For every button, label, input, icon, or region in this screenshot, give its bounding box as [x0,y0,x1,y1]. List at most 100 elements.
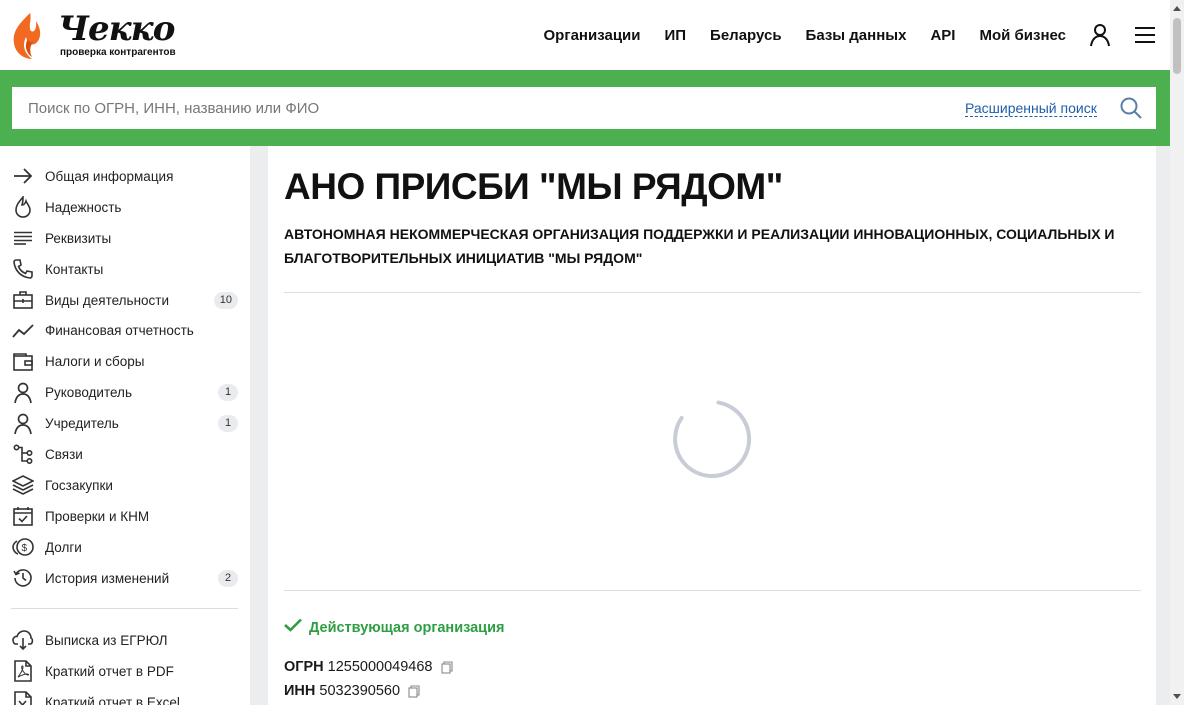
nav-belarus[interactable]: Беларусь [710,27,782,44]
sidebar-item-general[interactable]: Общая информация [0,161,250,192]
count-badge: 10 [213,291,238,309]
sidebar-item-pdf-report[interactable]: Краткий отчет в PDF [0,656,250,687]
sidebar-item-reliability[interactable]: Надежность [0,192,250,223]
person-icon [12,413,34,435]
flame-logo-icon [13,13,41,59]
search-band: Расширенный поиск [0,70,1170,146]
status-text: Действующая организация [309,619,505,636]
copy-icon[interactable] [440,660,453,674]
lines-icon [12,227,34,249]
sidebar-item-procurement[interactable]: Госзакупки [0,470,250,501]
sidebar-item-label: Учредитель [45,416,119,432]
sidebar-item-taxes[interactable]: Налоги и сборы [0,346,250,377]
nav-databases[interactable]: Базы данных [806,27,907,44]
loading-spinner-icon [673,400,752,479]
advanced-search-link[interactable]: Расширенный поиск [965,100,1097,117]
brand-name: Чекко [58,9,175,49]
sidebar-item-history[interactable]: История изменений 2 [0,563,250,594]
sidebar-divider [11,608,238,609]
search-icon[interactable] [1120,97,1142,124]
sidebar-item-label: Выписка из ЕГРЮЛ [45,632,168,648]
inn-label: ИНН [284,683,316,699]
sidebar-item-label: Проверки и КНМ [45,508,150,524]
logo[interactable]: Чекко проверка контрагентов [10,9,190,63]
page-title: АНО ПРИСБИ "МЫ РЯДОМ" [284,166,783,207]
sidebar-item-label: Налоги и сборы [45,354,145,370]
sidebar-item-financials[interactable]: Финансовая отчетность [0,315,250,346]
sidebar-item-label: Реквизиты [45,230,112,246]
ogrn-value: 1255000049468 [327,659,433,675]
sidebar-item-links[interactable]: Связи [0,439,250,470]
main-content: АНО ПРИСБИ "МЫ РЯДОМ" АВТОНОМНАЯ НЕКОММЕ… [268,146,1156,705]
flame-icon [12,196,34,219]
check-icon [284,618,302,637]
excel-icon [12,691,34,705]
download-cloud-icon [12,629,34,651]
scroll-down-icon[interactable] [1173,694,1181,699]
sidebar-item-label: Надежность [45,199,122,215]
count-badge: 2 [218,569,238,587]
sidebar-item-label: Госзакупки [45,477,113,493]
history-icon [12,567,34,589]
count-badge: 1 [218,415,238,433]
status-badge: Действующая организация [284,618,504,637]
nav-my-business[interactable]: Мой бизнес [979,27,1066,44]
layers-icon [12,474,34,496]
calendar-check-icon [12,505,34,527]
sidebar-item-debts[interactable]: $ Долги [0,532,250,563]
divider [284,590,1141,591]
nav-ip[interactable]: ИП [664,27,686,44]
sidebar-item-activities[interactable]: Виды деятельности 10 [0,285,250,316]
search-box: Расширенный поиск [12,87,1156,129]
briefcase-icon [12,289,34,311]
org-full-name: АВТОНОМНАЯ НЕКОММЕРЧЕСКАЯ ОРГАНИЗАЦИЯ ПО… [284,226,1115,266]
sidebar-item-excel-report[interactable]: Краткий отчет в Excel [0,687,250,705]
sidebar-item-requisites[interactable]: Реквизиты [0,223,250,254]
person-icon [12,382,34,404]
sidebar-item-label: Долги [45,539,82,555]
divider [284,292,1141,293]
sidebar-documents: Выписка из ЕГРЮЛ Краткий отчет в PDF Кра… [0,625,250,705]
sidebar-item-label: Финансовая отчетность [45,323,194,339]
scrollbar[interactable] [1170,0,1184,705]
brand-tagline: проверка контрагентов [60,47,176,58]
user-icon[interactable] [1090,23,1110,47]
sidebar: Общая информация Надежность Реквизиты Ко… [0,146,250,705]
copy-icon[interactable] [408,684,420,698]
sidebar-item-inspections[interactable]: Проверки и КНМ [0,501,250,532]
pdf-icon [12,660,34,683]
sidebar-item-label: Руководитель [45,385,132,401]
trend-icon [12,320,34,342]
wallet-icon [12,351,34,373]
sidebar-item-label: Связи [45,446,83,462]
sidebar-item-label: Виды деятельности [45,292,170,308]
sidebar-item-director[interactable]: Руководитель 1 [0,377,250,408]
nav-organizations[interactable]: Организации [544,27,641,44]
sidebar-menu: Общая информация Надежность Реквизиты Ко… [0,161,250,593]
sidebar-item-contacts[interactable]: Контакты [0,254,250,285]
phone-icon [12,258,34,280]
sidebar-item-label: История изменений [45,570,170,586]
site-header: Чекко проверка контрагентов Организации … [0,0,1170,70]
sidebar-item-label: Краткий отчет в Excel [45,694,180,705]
links-icon [12,443,34,465]
scroll-up-icon[interactable] [1173,6,1181,11]
top-nav: Организации ИП Беларусь Базы данных API … [520,0,1156,70]
sidebar-item-egrul-extract[interactable]: Выписка из ЕГРЮЛ [0,625,250,656]
sidebar-item-founder[interactable]: Учредитель 1 [0,408,250,439]
sidebar-item-label: Контакты [45,261,104,277]
arrow-right-icon [12,165,34,187]
sidebar-item-label: Краткий отчет в PDF [45,663,174,679]
search-input[interactable] [12,87,932,129]
count-badge: 1 [218,384,238,402]
inn-value: 5032390560 [319,683,401,699]
svg-text:$: $ [22,543,28,554]
sidebar-item-label: Общая информация [45,168,174,184]
scrollbar-thumb[interactable] [1173,18,1181,74]
ogrn-row: ОГРН 1255000049468 [284,659,453,675]
nav-api[interactable]: API [930,27,955,44]
ogrn-label: ОГРН [284,659,324,675]
inn-row: ИНН 5032390560 [284,683,420,699]
coins-icon: $ [12,536,34,558]
menu-icon[interactable] [1134,26,1156,44]
